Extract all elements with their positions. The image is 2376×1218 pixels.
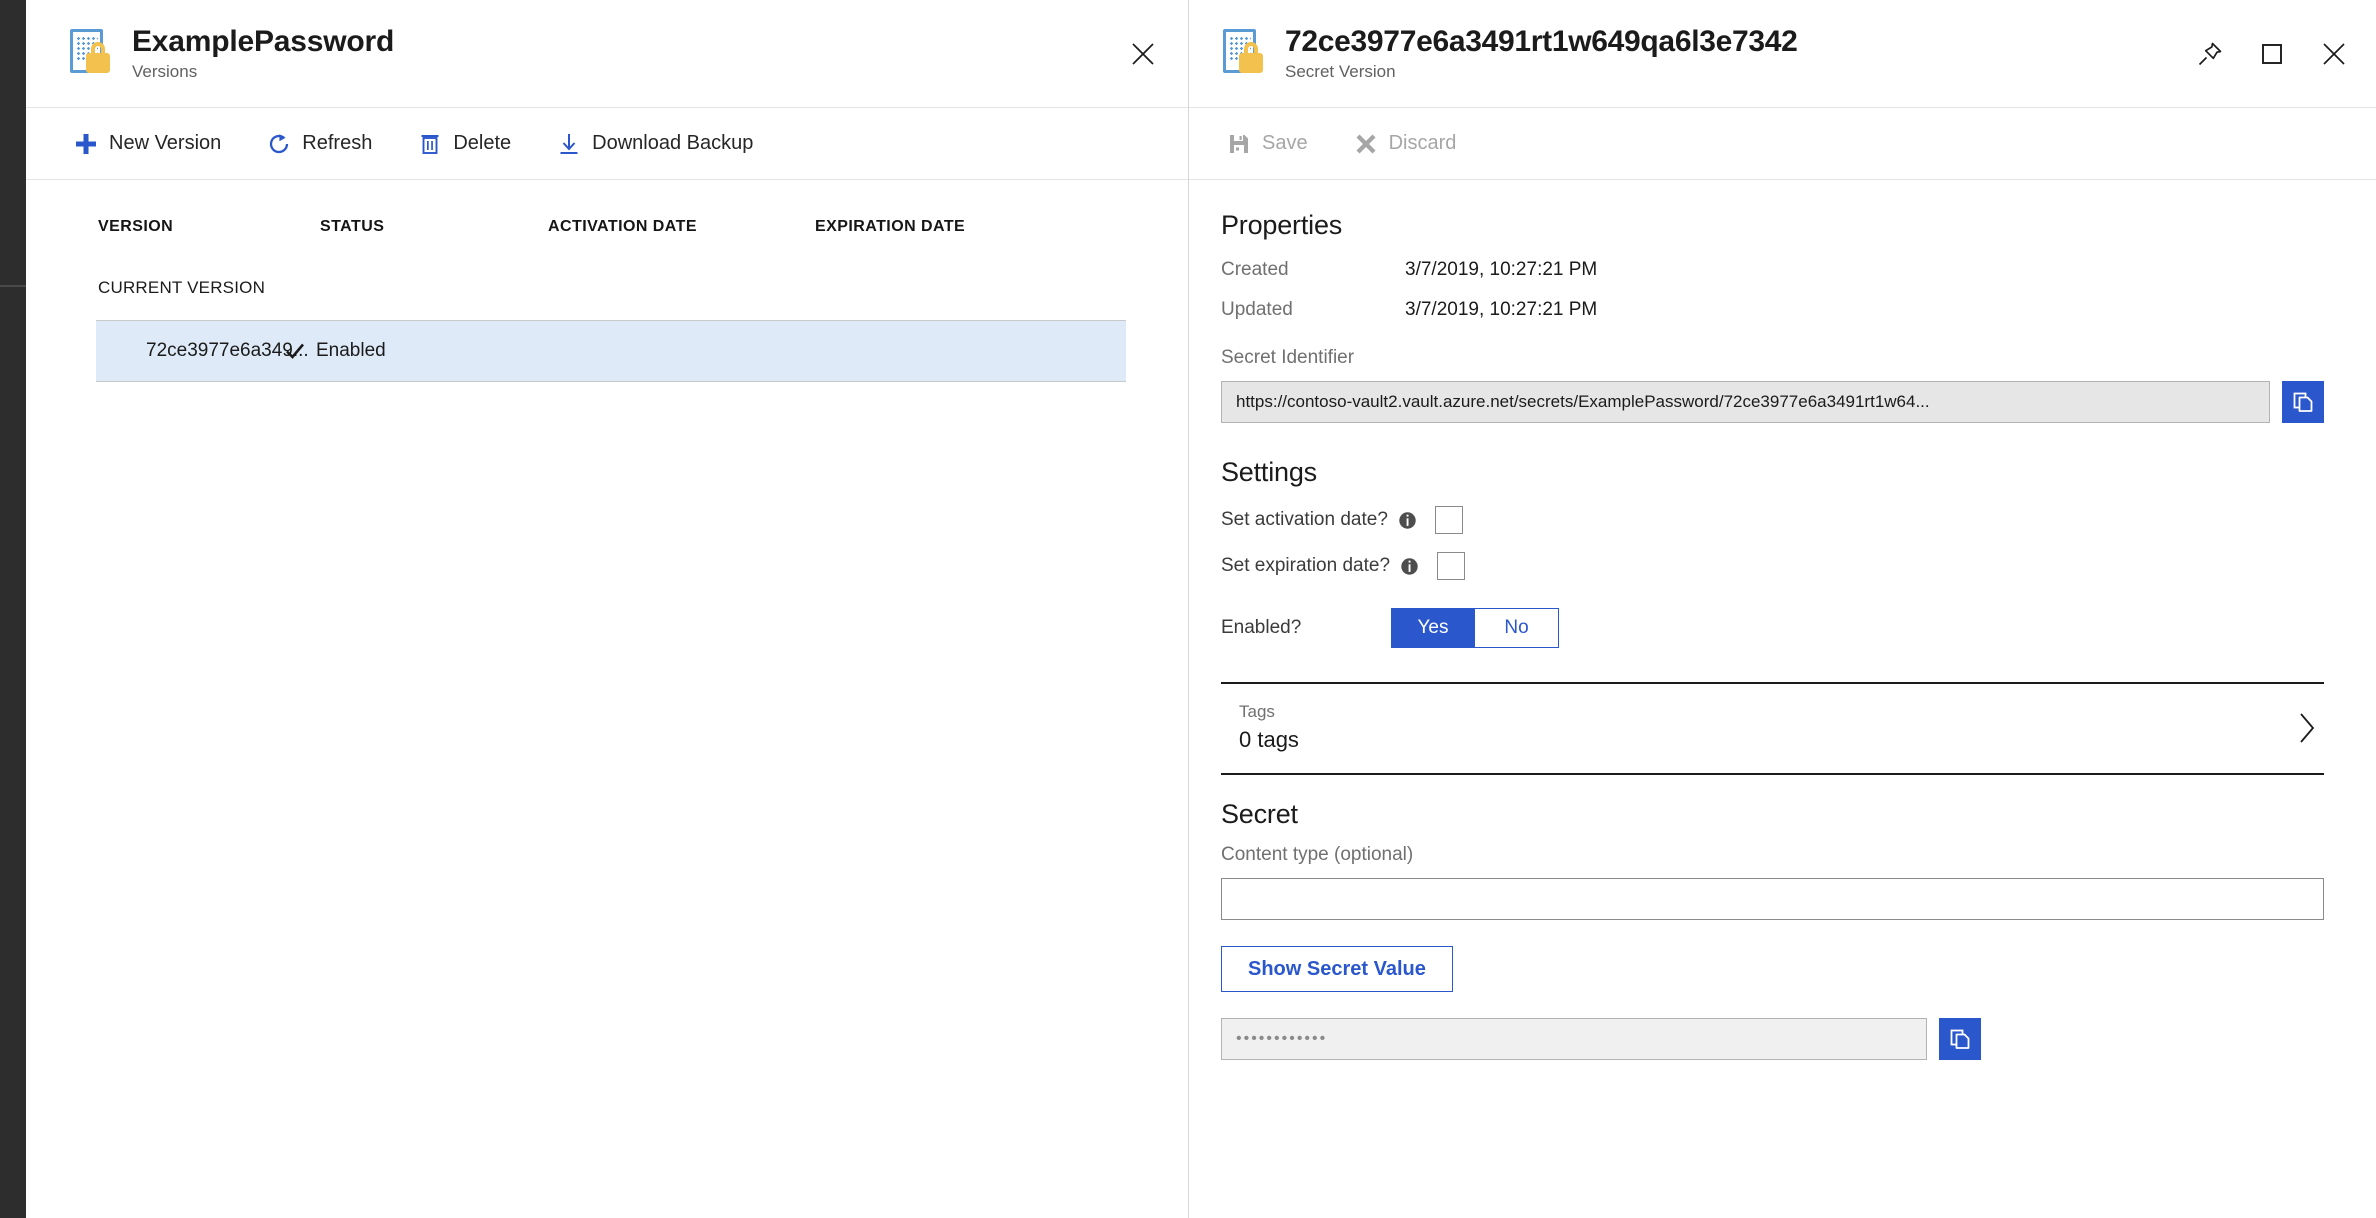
download-backup-button[interactable]: Download Backup <box>551 121 759 167</box>
row-status-label: Enabled <box>316 340 386 362</box>
column-header-status: STATUS <box>320 218 548 242</box>
row-version-value: 72ce3977e6a349... <box>96 340 284 362</box>
secret-identifier-row: https://contoso-vault2.vault.azure.net/s… <box>1221 381 2324 423</box>
secret-identifier-label: Secret Identifier <box>1221 347 2324 369</box>
rail-divider <box>0 285 26 287</box>
info-icon[interactable] <box>1398 511 1417 530</box>
discard-label: Discard <box>1389 132 1457 155</box>
enabled-toggle: Yes No <box>1391 608 1559 648</box>
page-subtitle: Versions <box>132 62 394 82</box>
maximize-icon <box>2259 41 2285 67</box>
set-activation-date-row: Set activation date? <box>1221 506 2324 534</box>
copy-secret-identifier-button[interactable] <box>2282 381 2324 423</box>
set-activation-date-label: Set activation date? <box>1221 509 1388 531</box>
updated-value: 3/7/2019, 10:27:21 PM <box>1405 299 1597 321</box>
enabled-toggle-yes[interactable]: Yes <box>1391 608 1475 648</box>
secret-version-command-bar: Save Discard <box>1189 108 2376 180</box>
secret-lock-icon <box>1221 29 1267 79</box>
checkmark-icon <box>284 340 306 362</box>
versions-blade: ExamplePassword Versions New Version <box>26 0 1189 1218</box>
created-label: Created <box>1221 259 1405 281</box>
column-header-expiration-date: EXPIRATION DATE <box>815 218 1055 242</box>
secret-heading: Secret <box>1221 799 2324 830</box>
save-label: Save <box>1262 132 1308 155</box>
download-icon <box>557 132 581 156</box>
secret-version-subtitle: Secret Version <box>1285 62 1798 82</box>
created-value: 3/7/2019, 10:27:21 PM <box>1405 259 1597 281</box>
tags-row[interactable]: Tags 0 tags <box>1221 684 2324 773</box>
discard-icon <box>1354 132 1378 156</box>
show-secret-value-button[interactable]: Show Secret Value <box>1221 946 1453 992</box>
enabled-toggle-no[interactable]: No <box>1475 608 1559 648</box>
pin-icon <box>2196 40 2224 68</box>
window-controls <box>2192 36 2352 72</box>
copy-icon <box>2291 390 2315 414</box>
secret-value-field[interactable]: •••••••••••• <box>1221 1018 1927 1060</box>
current-version-group-label: CURRENT VERSION <box>26 278 1188 298</box>
table-row[interactable]: 72ce3977e6a349... Enabled <box>96 320 1126 382</box>
copy-icon <box>1948 1027 1972 1051</box>
updated-row: Updated 3/7/2019, 10:27:21 PM <box>1221 299 2324 321</box>
secret-version-title: 72ce3977e6a3491rt1w649qa6l3e7342 <box>1285 25 1798 58</box>
save-icon <box>1227 132 1251 156</box>
delete-label: Delete <box>453 132 511 155</box>
close-icon <box>2321 41 2347 67</box>
refresh-button[interactable]: Refresh <box>261 121 378 167</box>
set-expiration-date-checkbox[interactable] <box>1437 552 1465 580</box>
new-version-button[interactable]: New Version <box>68 121 227 167</box>
maximize-blade-button[interactable] <box>2254 36 2290 72</box>
trash-icon <box>418 132 442 156</box>
created-row: Created 3/7/2019, 10:27:21 PM <box>1221 259 2324 281</box>
close-icon <box>1130 41 1156 67</box>
download-backup-label: Download Backup <box>592 132 753 155</box>
set-activation-date-checkbox[interactable] <box>1435 506 1463 534</box>
pin-blade-button[interactable] <box>2192 36 2228 72</box>
versions-table: VERSION STATUS ACTIVATION DATE EXPIRATIO… <box>26 180 1188 1218</box>
enabled-label: Enabled? <box>1221 617 1391 639</box>
content-type-input[interactable] <box>1221 878 2324 920</box>
new-version-label: New Version <box>109 132 221 155</box>
chevron-right-icon <box>2296 711 2318 745</box>
discard-button[interactable]: Discard <box>1348 121 1463 167</box>
save-button[interactable]: Save <box>1221 121 1314 167</box>
set-expiration-date-label: Set expiration date? <box>1221 555 1390 577</box>
content-type-label: Content type (optional) <box>1221 844 2324 866</box>
column-header-version: VERSION <box>98 218 320 242</box>
azure-portal-blades: ExamplePassword Versions New Version <box>0 0 2376 1218</box>
secret-version-header: 72ce3977e6a3491rt1w649qa6l3e7342 Secret … <box>1189 0 2376 108</box>
refresh-label: Refresh <box>302 132 372 155</box>
versions-blade-header: ExamplePassword Versions <box>26 0 1188 108</box>
secret-version-body: Properties Created 3/7/2019, 10:27:21 PM… <box>1189 180 2376 1218</box>
tags-value: 0 tags <box>1239 727 1299 753</box>
tags-divider-bottom <box>1221 773 2324 775</box>
close-blade-button[interactable] <box>2316 36 2352 72</box>
secret-identifier-input[interactable]: https://contoso-vault2.vault.azure.net/s… <box>1221 381 2270 423</box>
column-header-activation-date: ACTIVATION DATE <box>548 218 815 242</box>
enabled-row: Enabled? Yes No <box>1221 608 2324 648</box>
plus-icon <box>74 132 98 156</box>
close-blade-button[interactable] <box>1126 37 1160 71</box>
settings-heading: Settings <box>1221 457 2324 488</box>
tags-label: Tags <box>1239 702 1299 722</box>
secret-value-row: •••••••••••• <box>1221 1018 2324 1060</box>
row-status: Enabled <box>284 340 386 362</box>
secret-lock-icon <box>68 29 114 79</box>
updated-label: Updated <box>1221 299 1405 321</box>
table-header-row: VERSION STATUS ACTIVATION DATE EXPIRATIO… <box>26 180 1188 242</box>
portal-left-rail <box>0 0 26 1218</box>
info-icon[interactable] <box>1400 557 1419 576</box>
versions-command-bar: New Version Refresh <box>26 108 1188 180</box>
page-title: ExamplePassword <box>132 25 394 58</box>
copy-secret-value-button[interactable] <box>1939 1018 1981 1060</box>
properties-heading: Properties <box>1221 210 2324 241</box>
refresh-icon <box>267 132 291 156</box>
set-expiration-date-row: Set expiration date? <box>1221 552 2324 580</box>
delete-button[interactable]: Delete <box>412 121 517 167</box>
secret-version-blade: 72ce3977e6a3491rt1w649qa6l3e7342 Secret … <box>1189 0 2376 1218</box>
